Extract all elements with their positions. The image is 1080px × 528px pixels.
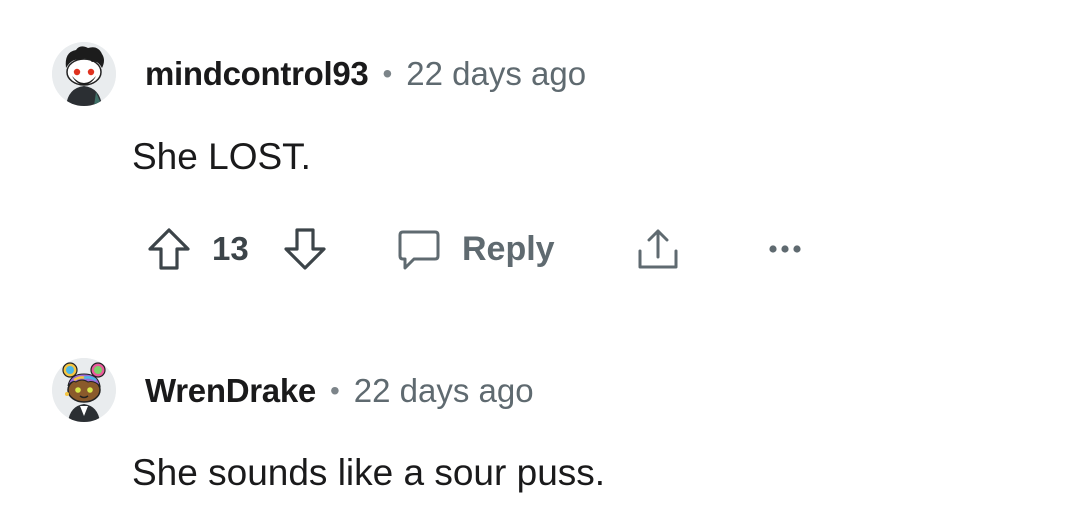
username[interactable]: mindcontrol93 (145, 55, 369, 93)
more-options-icon (769, 245, 801, 253)
comment-body: She LOST. (132, 136, 311, 177)
comment-meta: mindcontrol93 • 22 days ago (145, 52, 586, 96)
username[interactable]: WrenDrake (145, 372, 316, 410)
share-button[interactable] (632, 222, 684, 276)
reply-label: Reply (462, 229, 555, 268)
user-avatar[interactable] (52, 358, 116, 422)
comment-body: She sounds like a sour puss. (132, 452, 606, 493)
comment: mindcontrol93 • 22 days ago She LOST. 13… (0, 0, 1080, 300)
snoo-avatar-icon (52, 42, 116, 106)
timestamp: 22 days ago (406, 55, 587, 92)
share-icon (638, 229, 678, 269)
reply-button[interactable]: Reply (396, 222, 555, 276)
upvote-arrow-icon (148, 228, 190, 270)
meta-separator: • (329, 375, 340, 406)
comment-meta: WrenDrake • 22 days ago (145, 369, 534, 413)
downvote-button[interactable] (280, 222, 330, 276)
comment-actions: 13 Reply (140, 222, 840, 276)
vote-score: 13 (212, 230, 249, 267)
user-avatar[interactable] (52, 42, 116, 106)
snoo-avatar-icon (52, 358, 116, 422)
downvote-arrow-icon (284, 228, 326, 270)
timestamp: 22 days ago (353, 372, 534, 409)
speech-bubble-icon (398, 230, 440, 270)
more-options-button[interactable] (762, 222, 808, 276)
meta-separator: • (382, 58, 393, 89)
comment: WrenDrake • 22 days ago She sounds like … (0, 318, 1080, 528)
upvote-button[interactable] (144, 222, 194, 276)
